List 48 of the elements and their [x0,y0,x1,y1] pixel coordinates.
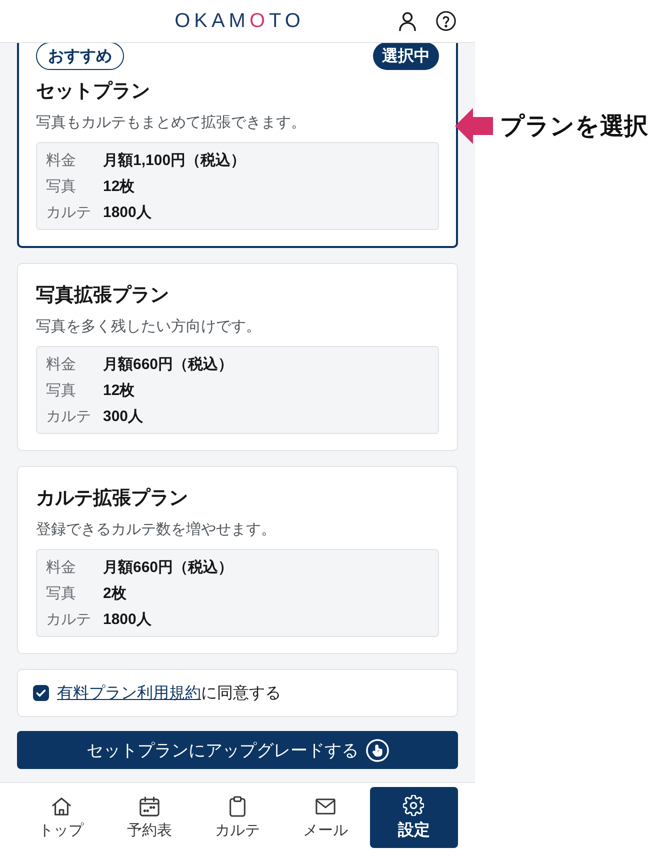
detail-label: カルテ [46,610,92,628]
plan-description: 写真もカルテもまとめて拡張できます。 [36,113,307,133]
detail-label: 料金 [46,354,77,374]
detail-label: 写真 [46,584,77,602]
recommended-badge: おすすめ [36,43,124,70]
annotation-label: プランを選択 [500,112,648,142]
plan-description: 写真を多く残したい方向けです。 [36,317,262,337]
user-icon[interactable] [399,12,416,30]
pointer-hand-icon [366,738,388,762]
settings-icon [403,794,424,816]
detail-value: 1800人 [103,610,152,628]
detail-label: カルテ [46,406,92,426]
detail-label: 写真 [46,380,77,400]
detail-value: 月額660円（税込） [103,354,234,374]
plan-card[interactable]: カルテ拡張プラン 登録できるカルテ数を増やせます。 料金 月額660円（税込） 写真 2枚 カルテ 1800人 [17,466,458,654]
home-icon [50,796,72,816]
envelope-icon [315,796,336,816]
nav-tab[interactable]: 設定 [370,787,458,848]
plan-description: 登録できるカルテ数を増やせます。 [36,520,277,540]
terms-link[interactable]: 有料プラン利用規約 [57,684,201,702]
detail-value: 12枚 [103,380,135,400]
pointer-arrow [455,108,493,144]
detail-value: 12枚 [103,176,135,196]
agreement-text: 有料プラン利用規約に同意する [57,684,281,704]
nav-tab[interactable]: メール [282,787,370,848]
checkbox[interactable] [33,685,49,701]
detail-label: カルテ [46,202,92,222]
selected-badge: 選択中 [373,43,439,70]
detail-value: 300人 [103,406,144,426]
nav-tab[interactable]: カルテ [193,787,282,848]
detail-value: 2枚 [103,584,126,602]
detail-value: 月額660円（税込） [103,558,234,576]
detail-value: 月額1,100円（税込） [103,150,246,170]
detail-label: 写真 [46,176,77,196]
calendar-icon [138,796,160,816]
nav-tab[interactable]: トップ [17,787,106,848]
plan-title: セットプラン [36,80,151,104]
nav-tab[interactable]: 予約表 [105,787,194,848]
clipboard-icon [227,796,248,816]
detail-label: 料金 [46,558,77,576]
help-icon[interactable] [436,11,456,31]
detail-value: 1800人 [103,202,152,222]
plan-card[interactable]: おすすめ 選択中 セットプラン 写真もカルテもまとめて拡張できます。 料金 月額1,100円（税込） 写真 12枚 カルテ 1800人 [17,43,458,248]
plan-card[interactable]: 写真拡張プラン 写真を多く残したい方向けです。 料金 月額660円（税込） 写真 12枚 カルテ 300人 [17,263,458,451]
detail-label: 料金 [46,150,77,170]
plan-title: カルテ拡張プラン [36,486,189,511]
plan-title: 写真拡張プラン [36,284,170,308]
upgrade-button[interactable]: セットプランにアップグレードする [17,731,458,769]
